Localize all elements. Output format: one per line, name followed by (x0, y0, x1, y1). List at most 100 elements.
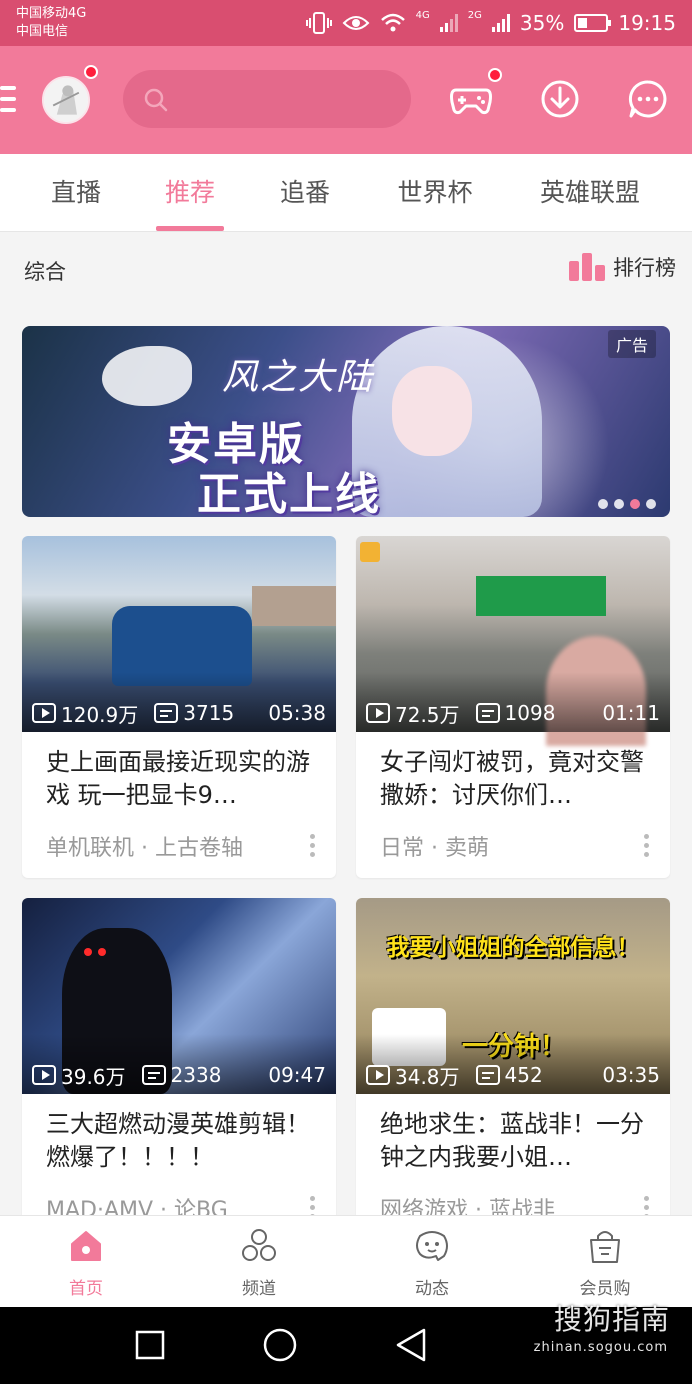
house-shape (252, 586, 336, 626)
banner-logo: 风之大陆 (222, 357, 375, 398)
battery-percent: 35% (519, 11, 565, 35)
uploader-badge-icon (360, 542, 380, 562)
active-tab-indicator (156, 226, 224, 231)
tab-recommend[interactable]: 推荐 (144, 154, 236, 232)
menu-icon[interactable] (0, 86, 16, 119)
nav-shop[interactable]: 会员购 (545, 1216, 665, 1308)
watermark-url: zhinan.sogou.com (533, 1340, 668, 1355)
carrier-1: 中国移动4G (16, 6, 87, 21)
banner-character-face (392, 366, 472, 456)
danmaku-icon (141, 1065, 166, 1085)
home-circle-icon[interactable] (262, 1327, 298, 1363)
app-header (0, 46, 692, 154)
wifi-icon (380, 13, 405, 32)
nav-dynamic[interactable]: 动态 (372, 1216, 492, 1308)
play-count-icon (32, 1065, 56, 1085)
video-card[interactable]: 我要小姐姐的全部信息！ 一分钟！ 34.8万 452 03:35 绝地求生：蓝战… (356, 898, 670, 1240)
avatar[interactable] (42, 76, 90, 124)
carrier-info: 中国移动4G 中国电信 (16, 5, 86, 41)
battery-icon (574, 14, 612, 32)
channel-icon (242, 1229, 276, 1261)
glowing-eyes (84, 948, 92, 956)
banner-pagination (598, 499, 656, 509)
danmaku-count: 1098 (504, 701, 556, 725)
video-card[interactable]: 120.9万 3715 05:38 史上画面最接近现实的游戏 玩一把显卡9… 单… (22, 536, 336, 878)
danmaku-icon (475, 1065, 500, 1085)
network-2-label: 2G (467, 9, 482, 21)
banner-dot (614, 499, 624, 509)
banner-dot (646, 499, 656, 509)
video-card[interactable]: 39.6万 2338 09:47 三大超燃动漫英雄剪辑！燃爆了！！！！ MAD·… (22, 898, 336, 1240)
search-input[interactable] (123, 70, 411, 128)
video-title[interactable]: 三大超燃动漫英雄剪辑！燃爆了！！！！ (46, 1108, 316, 1174)
nav-label: 动态 (415, 1279, 449, 1299)
download-icon[interactable] (537, 76, 583, 122)
video-tags[interactable]: 日常 · 卖萌 (380, 830, 489, 862)
video-title[interactable]: 绝地求生：蓝战非！一分钟之内我要小姐… (380, 1108, 650, 1174)
bottom-navigation: 首页 频道 动态 会员购 (0, 1215, 692, 1307)
status-icons: 4G 2G 35% 19:15 (305, 8, 676, 38)
signal-1-icon (439, 14, 458, 32)
danmaku-count: 3715 (183, 701, 235, 725)
eye-icon (342, 16, 370, 30)
video-duration: 01:11 (602, 701, 660, 725)
game-center-icon[interactable] (448, 76, 494, 122)
video-duration: 09:47 (268, 1063, 326, 1087)
video-thumbnail: 我要小姐姐的全部信息！ 一分钟！ 34.8万 452 03:35 (356, 898, 670, 1094)
tab-bangumi[interactable]: 追番 (259, 154, 351, 232)
more-options-icon[interactable] (310, 834, 316, 861)
video-thumbnail: 72.5万 1098 01:11 (356, 536, 670, 746)
tab-world-cup[interactable]: 世界杯 (376, 154, 494, 232)
video-stats: 120.9万 3715 05:38 (32, 700, 326, 727)
video-thumbnail: 120.9万 3715 05:38 (22, 536, 336, 732)
thumbnail-caption-1: 我要小姐姐的全部信息！ (386, 935, 640, 961)
video-title[interactable]: 史上画面最接近现实的游戏 玩一把显卡9… (46, 746, 316, 812)
ranking-button[interactable]: 排行榜 (569, 252, 676, 282)
home-icon (71, 1231, 101, 1261)
banner-dot (598, 499, 608, 509)
avatar-image (44, 78, 88, 122)
danmaku-icon (154, 703, 179, 723)
video-title[interactable]: 女子闯灯被罚，竟对交警撒娇：讨厌你们… (380, 746, 650, 812)
video-tags[interactable]: 单机联机 · 上古卷轴 (46, 830, 243, 862)
ad-badge: 广告 (607, 330, 656, 358)
banner-line-2: 正式上线 (197, 469, 381, 517)
tab-lol[interactable]: 英雄联盟 (528, 154, 652, 232)
play-count-icon (32, 703, 56, 723)
nav-label: 首页 (69, 1279, 103, 1299)
video-stats: 39.6万 2338 09:47 (32, 1062, 326, 1089)
storefront-sign (476, 576, 606, 616)
video-thumbnail: 39.6万 2338 09:47 (22, 898, 336, 1094)
ranking-label: 排行榜 (613, 256, 676, 280)
view-count: 34.8万 (395, 1064, 460, 1089)
search-icon (144, 88, 168, 112)
game-notification-dot (488, 68, 502, 82)
ranking-icon (569, 253, 605, 281)
top-tabs: 直播 推荐 追番 世界杯 英雄联盟 (0, 154, 692, 232)
nav-channel[interactable]: 频道 (199, 1216, 319, 1308)
video-card[interactable]: 72.5万 1098 01:11 女子闯灯被罚，竟对交警撒娇：讨厌你们… 日常 … (356, 536, 670, 878)
section-title: 综合 (24, 260, 66, 284)
nav-label: 频道 (242, 1279, 276, 1299)
play-count-icon (366, 1065, 390, 1085)
status-bar: 中国移动4G 中国电信 4G 2G 35% 19:15 (0, 0, 692, 46)
watermark: 搜狗指南 (553, 1303, 670, 1336)
more-options-icon[interactable] (644, 834, 650, 861)
video-stats: 72.5万 1098 01:11 (366, 700, 660, 727)
video-stats: 34.8万 452 03:35 (366, 1062, 660, 1089)
signal-2-icon (491, 14, 510, 32)
ad-banner[interactable]: 风之大陆 安卓版 正式上线 广告 (22, 326, 670, 517)
nav-home[interactable]: 首页 (26, 1216, 146, 1308)
view-count: 39.6万 (61, 1064, 126, 1089)
danmaku-count: 2338 (170, 1063, 222, 1087)
view-count: 120.9万 (61, 702, 139, 727)
tab-live[interactable]: 直播 (30, 154, 122, 232)
recents-icon[interactable] (134, 1329, 166, 1361)
video-duration: 05:38 (268, 701, 326, 725)
danmaku-count: 452 (504, 1063, 543, 1087)
danmaku-icon (475, 703, 500, 723)
message-icon[interactable] (625, 76, 671, 122)
video-duration: 03:35 (602, 1063, 660, 1087)
back-icon[interactable] (394, 1327, 428, 1363)
avatar-notification-dot (84, 65, 98, 79)
